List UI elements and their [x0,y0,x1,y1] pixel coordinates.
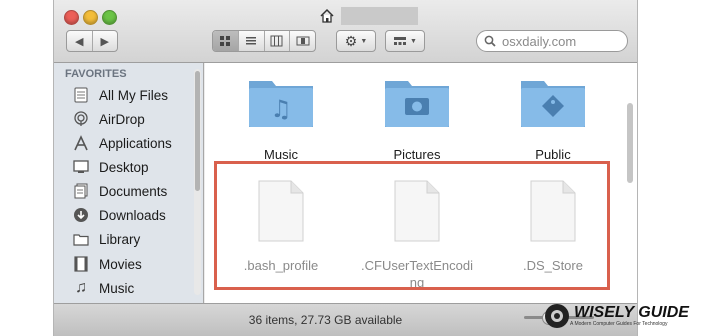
sidebar-item-airdrop[interactable]: AirDrop [72,108,145,130]
sidebar-item-label: Library [99,231,141,247]
back-button[interactable]: ◀ [67,35,92,48]
column-view-button[interactable] [265,31,291,51]
window-title [341,7,418,25]
arrange-menu-button[interactable]: ▼ [385,30,425,52]
sidebar-item-label: Downloads [99,207,166,223]
documents-icon [72,182,90,200]
watermark-subtitle: A Modern Computer Guides For Technology [570,321,668,327]
icon-view-button[interactable] [213,31,239,51]
desktop-icon [72,158,90,176]
forward-button[interactable]: ▶ [93,35,118,48]
sidebar-item-documents[interactable]: Documents [72,180,167,202]
pictures-folder-icon [385,81,449,127]
sidebar-item-all-my-files[interactable]: All My Files [72,84,168,106]
sidebar-item-movies[interactable]: Movies [72,253,142,275]
minimize-button[interactable] [83,10,98,25]
music-folder-icon: ♫ [249,81,313,127]
search-placeholder: osxdaily.com [502,33,577,49]
search-icon [484,35,496,47]
chevron-down-icon: ▼ [410,37,417,45]
column-view-icon [270,35,283,47]
sidebar-item-desktop[interactable]: Desktop [72,156,149,178]
arrange-icon [394,36,407,45]
chevron-left-icon: ◀ [75,35,84,48]
applications-icon [72,134,90,152]
chevron-down-icon: ▼ [360,37,368,45]
icon-view-icon [220,36,231,46]
sidebar-item-applications[interactable]: Applications [72,132,172,154]
folder-item-music[interactable]: ♫ Music [231,73,331,163]
gear-icon: ⚙ [344,32,358,49]
sidebar-item-label: Desktop [99,159,149,175]
sidebar-item-label: Documents [99,183,168,199]
watermark: WISELY GUIDE A Modern Computer Guides Fo… [544,296,702,336]
zoom-button[interactable] [102,10,117,25]
chevron-right-icon: ▶ [100,35,109,48]
action-menu-button[interactable]: ⚙ ▼ [336,30,376,52]
downloads-icon [72,206,90,224]
coverflow-view-button[interactable] [290,31,315,51]
sidebar-heading: FAVORITES [65,68,127,80]
sidebar-item-label: Movies [99,256,142,272]
sidebar-item-label: Applications [99,135,172,151]
back-forward-buttons: ◀ ▶ [66,30,118,52]
home-icon [320,8,334,23]
status-text: 36 items, 27.73 GB available [248,313,403,327]
movies-icon [72,255,90,273]
list-view-icon [246,37,257,45]
title-bar: ◀ ▶ ⚙ ▼ ▼ osxdaily.com [54,0,637,63]
wisely-guide-logo [545,304,569,328]
all-files-icon [72,86,90,104]
view-mode-selector [212,30,316,52]
watermark-title: WISELY GUIDE [574,304,689,321]
folder-item-public[interactable]: Public [503,73,603,163]
sidebar-item-music[interactable]: ♫ Music [72,277,134,299]
close-button[interactable] [64,10,79,25]
sidebar-item-label: Music [99,280,135,296]
sidebar-item-label: All My Files [99,87,169,103]
sidebar-item-downloads[interactable]: Downloads [72,204,166,226]
airdrop-icon [72,110,90,128]
public-folder-icon [521,81,585,127]
list-view-button[interactable] [239,31,265,51]
content-scrollbar[interactable] [627,103,633,183]
search-field[interactable]: osxdaily.com [476,30,628,52]
folder-item-pictures[interactable]: Pictures [367,73,467,163]
sidebar: FAVORITES All My Files AirDrop Applicati… [54,63,204,303]
sidebar-item-library[interactable]: Library [72,228,140,250]
coverflow-view-icon [296,36,310,46]
music-icon: ♫ [75,279,87,296]
hidden-files-highlight [214,161,610,290]
sidebar-scroll-thumb[interactable] [195,71,200,191]
sidebar-item-label: AirDrop [99,111,145,127]
svg-text:♫: ♫ [270,95,292,123]
folder-icon [72,230,90,248]
